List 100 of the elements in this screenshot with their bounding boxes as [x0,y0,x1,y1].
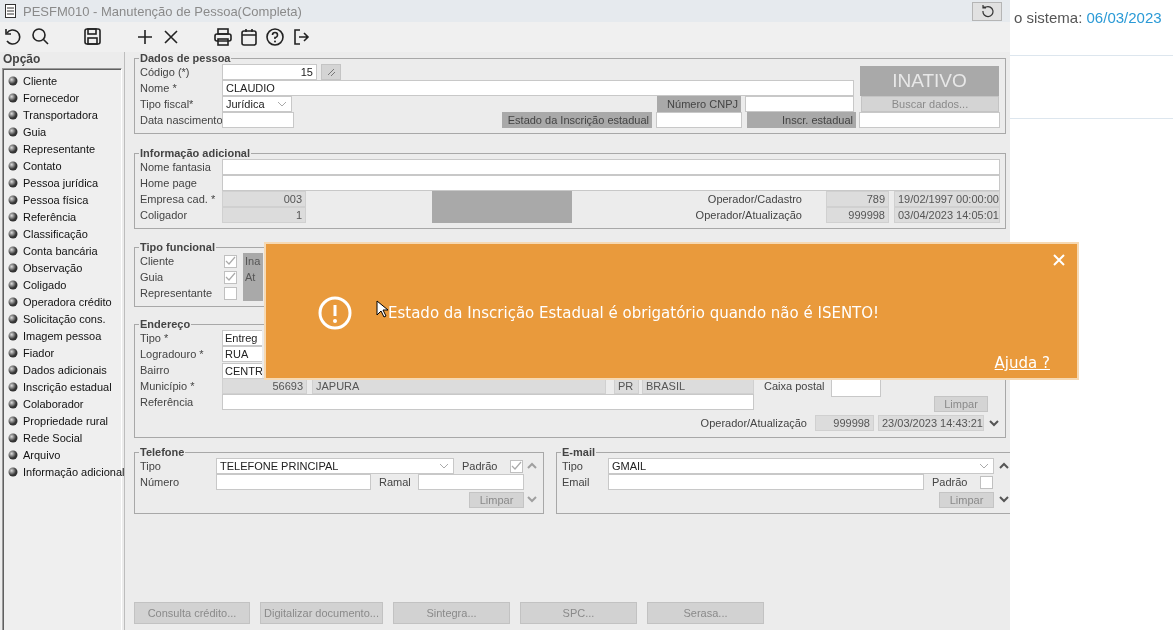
input-field[interactable]: 23/03/2023 14:43:21 [878,415,984,431]
checkbox[interactable] [980,475,993,489]
plus-icon[interactable] [135,27,155,47]
scroll-down-icon[interactable] [988,417,1000,429]
checkbox[interactable] [224,254,237,268]
field-label: Número CNPJ [657,96,741,112]
sidebar-item[interactable]: Conta bancária [8,242,121,259]
input-field[interactable]: 999998 [826,207,889,223]
input-field[interactable]: 19/02/1997 00:00:00 [894,191,1000,207]
group-title: Dados de pessoa [139,53,232,64]
undo-icon[interactable] [3,27,23,47]
sidebar-item[interactable]: Solicitação cons. [8,310,121,327]
sidebar-item[interactable]: Propriedade rural [8,412,121,429]
sidebar-item[interactable]: Representante [8,140,121,157]
checkbox[interactable] [224,270,237,284]
bullet-icon [8,194,18,205]
bullet-icon [8,432,18,443]
warning-icon [318,296,352,330]
alert-message: Estado da Inscrição Estadual é obrigatório quando não é ISENTO! [388,304,880,322]
cursor-icon [376,300,389,318]
bullet-icon [8,245,18,256]
input-field[interactable]: 789 [826,191,889,207]
sidebar-item[interactable]: Inscrição estadual [8,378,121,395]
field-label: Tipo [140,460,162,472]
sidebar-item[interactable]: Rede Social [8,429,121,446]
sidebar-item[interactable]: Contato [8,157,121,174]
exit-icon[interactable] [291,27,311,47]
input-field[interactable]: CENTR [222,363,262,379]
input-field[interactable]: 003 [222,191,306,207]
group-title: Endereço [139,319,192,330]
input-field[interactable] [222,112,294,128]
status-label: INATIVO [860,66,999,96]
input-field[interactable] [656,112,742,128]
input-field[interactable] [222,175,1000,191]
scroll-down-icon[interactable] [998,493,1010,505]
sidebar-item[interactable]: Pessoa jurídica [8,174,121,191]
sidebar-item[interactable]: Pessoa física [8,191,121,208]
field-label: Padrão [932,476,969,488]
field-label: Nome * [140,82,178,94]
dropdown[interactable]: Jurídica [222,96,292,112]
sidebar-item[interactable]: Coligado [8,276,121,293]
sidebar-item[interactable]: Referência [8,208,121,225]
input-field[interactable] [222,159,1000,175]
bullet-icon [8,92,18,103]
sidebar-item[interactable]: Transportadora [8,106,121,123]
input-field[interactable]: 56693 [222,378,307,394]
input-field[interactable] [608,474,924,490]
search-icon[interactable] [31,27,51,47]
checkbox[interactable] [510,459,523,473]
restore-button[interactable] [972,1,1002,21]
input-field[interactable] [216,474,371,490]
input-field[interactable]: CLAUDIO [222,80,854,96]
sidebar-item[interactable]: Fiador [8,344,121,361]
dropdown[interactable]: GMAIL [608,458,994,474]
field-label: Tipo [562,460,584,472]
field-label: Estado da Inscrição estadual [502,112,652,128]
input-field[interactable] [745,96,854,112]
sidebar-title: Opção [2,52,42,67]
generate-code-button[interactable] [321,64,341,80]
input-field[interactable]: RUA [222,346,262,362]
checkmark-icon [225,272,236,282]
input-field[interactable] [222,394,754,410]
sidebar-item[interactable]: Imagem pessoa [8,327,121,344]
calendar-icon[interactable] [239,27,259,47]
input-field[interactable]: 03/04/2023 14:05:01 [894,207,1000,223]
sidebar-item[interactable]: Guia [8,123,121,140]
field-label: Email [562,476,591,488]
checkbox[interactable] [224,286,237,300]
sidebar-item[interactable]: Classificação [8,225,121,242]
field-label: Logradouro * [140,348,205,360]
field-label: Município * [140,380,196,392]
group-title: Telefone [139,447,186,458]
sidebar-item[interactable]: Fornecedor [8,89,121,106]
save-icon[interactable] [83,27,103,47]
sidebar-item[interactable]: Dados adicionais [8,361,121,378]
field-label: Referência [140,396,195,408]
input-field[interactable]: 15 [222,64,317,80]
window-title: PESFM010 - Manutenção de Pessoa(Completa) [23,3,302,19]
bullet-icon [8,313,18,324]
printer-icon[interactable] [213,27,233,47]
input-field[interactable]: 999998 [815,415,874,431]
input-field[interactable]: 1 [222,207,306,223]
field-label: Guia [140,271,165,283]
field-label: Tipo * [140,332,170,344]
input-field[interactable] [859,112,1000,128]
input-field[interactable] [418,474,524,490]
input-field[interactable]: Entreg [222,330,262,346]
sidebar-item[interactable]: Operadora crédito [8,293,121,310]
help-icon[interactable] [265,27,285,47]
dropdown[interactable]: TELEFONE PRINCIPAL [216,458,454,474]
bullet-icon [8,143,18,154]
sidebar-item[interactable]: Observação [8,259,121,276]
group-title: Informação adicional [139,148,252,159]
field-label: Bairro [140,364,171,376]
bullet-icon [8,347,18,358]
sidebar-item[interactable]: Arquivo [8,446,121,463]
sidebar-item[interactable]: Colaborador [8,395,121,412]
bullet-icon [8,364,18,375]
sidebar-item[interactable]: Cliente [8,72,121,89]
bullet-icon [8,177,18,188]
